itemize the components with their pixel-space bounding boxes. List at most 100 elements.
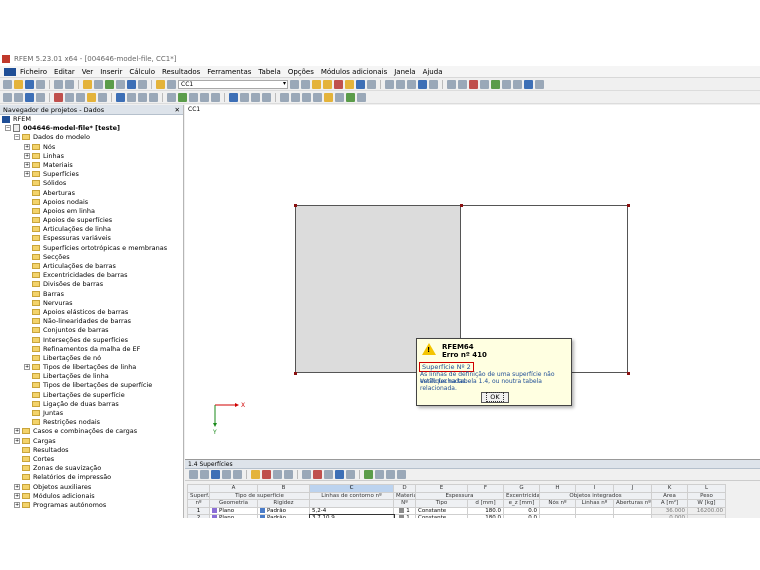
view-icon[interactable] [356,79,365,89]
tree-top-item[interactable]: Relatórios de impressão [0,473,183,482]
table-column-icon[interactable] [324,470,333,479]
cell-nos[interactable] [539,506,576,515]
next-loadcase-icon[interactable] [301,79,310,89]
table-view-icon[interactable] [397,470,406,479]
measure-icon[interactable] [447,79,456,89]
table-function-icon[interactable] [386,470,395,479]
subheader-linhas-contorno[interactable] [309,499,394,508]
menu-ajuda[interactable]: Ajuda [423,68,443,76]
cell-geometria[interactable]: Plano [209,506,258,515]
select-icon[interactable] [385,79,394,89]
tree-item[interactable]: Aberturas [0,189,183,198]
cell-rigidez[interactable]: Padrão [257,506,310,515]
tree-item[interactable]: + Superfícies [0,170,183,179]
column-letter[interactable]: H [539,484,576,493]
tree-item[interactable]: Barras [0,290,183,299]
display-icon[interactable] [127,79,136,89]
table-import-icon[interactable] [346,470,355,479]
header-material[interactable]: Material [393,491,416,500]
subheader-tipo[interactable]: Tipo [415,499,468,508]
node[interactable] [294,204,297,207]
table-nav-icon[interactable] [189,470,198,479]
expand-icon[interactable]: + [24,171,30,178]
subheader-rigidez[interactable]: Rigidez [257,499,310,508]
tree-item[interactable]: Nervuras [0,299,183,308]
tree-item[interactable]: Secções [0,253,183,262]
tree-model[interactable]: −004646-model-file* [teste] [0,124,183,133]
subheader-area-unit[interactable]: A [m²] [651,499,688,508]
subheader-geometria[interactable]: Geometria [209,499,258,508]
expand-icon[interactable]: + [14,483,20,490]
expand-icon[interactable]: + [14,501,20,508]
collapse-icon[interactable]: − [5,125,11,132]
tree-item[interactable]: Libertações de nó [0,354,183,363]
transform-icon[interactable] [280,92,289,102]
move-icon[interactable] [367,79,376,89]
expand-icon[interactable]: + [14,492,20,499]
tree-item[interactable]: Ligação de duas barras [0,400,183,409]
tree-model-data[interactable]: − Dados do modelo [0,133,183,142]
menu-resultados[interactable]: Resultados [162,68,200,76]
tree-item[interactable]: Tipos de libertações de superfície [0,381,183,390]
column-letter[interactable]: L [687,484,726,493]
table-next-icon[interactable] [211,470,220,479]
ok-button[interactable]: OK [481,392,509,403]
subheader-peso-unit[interactable]: W [kg] [687,499,726,508]
tree-item[interactable]: Sólidos [0,179,183,188]
undo-icon[interactable] [54,79,63,89]
check-icon[interactable] [105,79,114,89]
model-check-icon[interactable] [335,92,344,102]
tree-item[interactable]: Articulações de linha [0,225,183,234]
generate-icon[interactable] [324,92,333,102]
print-icon[interactable] [36,79,45,89]
column-letter[interactable]: J [613,484,652,493]
dimension-icon[interactable] [200,92,209,102]
corner-cell[interactable] [187,484,210,493]
column-letter[interactable]: D [393,484,416,493]
column-letter[interactable]: A [209,484,258,493]
info-icon[interactable] [491,79,500,89]
tree-item[interactable]: Espessuras variáveis [0,234,183,243]
tree-item[interactable]: Juntas [0,409,183,418]
tree-item[interactable]: Apoios nodais [0,198,183,207]
subheader-aberturas[interactable]: Aberturas nº [613,499,652,508]
column-letter[interactable]: C [309,484,394,493]
table-copy-icon[interactable] [222,470,231,479]
tree-top-item[interactable]: + Cargas [0,437,183,446]
table-row[interactable]: 1 Plano Padrão 5,2-4 1 Constante 180.0 0.0 36.00… [187,506,726,515]
subheader-ez[interactable]: e_z [mm] [503,499,540,508]
copy-icon[interactable] [480,79,489,89]
tree-top-item[interactable]: + Programas autónomos [0,501,183,510]
side-view-icon[interactable] [429,79,438,89]
nodal-load-icon[interactable] [127,92,136,102]
front-view-icon[interactable] [418,79,427,89]
column-letter[interactable]: G [503,484,540,493]
node[interactable] [627,372,630,375]
node[interactable] [460,204,463,207]
values-icon[interactable] [334,79,343,89]
window-icon[interactable] [156,79,165,89]
tree-top-item[interactable]: Resultados [0,446,183,455]
table-select-icon[interactable] [302,470,311,479]
new-file-icon[interactable] [3,79,12,89]
subheader-mat-no[interactable]: Nº [393,499,416,508]
tree-top-item[interactable]: Zonas de suavização [0,464,183,473]
table-settings-icon[interactable] [375,470,384,479]
solid-icon[interactable] [98,92,107,102]
tree-item[interactable]: Apoios elásticos de barras [0,308,183,317]
menu-tabela[interactable]: Tabela [258,68,280,76]
column-letter[interactable]: K [651,484,688,493]
cell-linhas[interactable]: 5,2-4 [309,506,394,515]
tree-item[interactable]: Libertações de linha [0,372,183,381]
row-number[interactable]: 1 [187,506,210,515]
render-icon[interactable] [524,79,533,89]
deformation-icon[interactable] [323,79,332,89]
guide-icon[interactable] [189,92,198,102]
tree-item[interactable]: Superfícies ortotrópicas e membranas [0,244,183,253]
iso-view-icon[interactable] [407,79,416,89]
snap-icon[interactable] [178,92,187,102]
opening-icon[interactable] [87,92,96,102]
divide-icon[interactable] [302,92,311,102]
settings-icon[interactable] [502,79,511,89]
menu-calculo[interactable]: Cálculo [129,68,155,76]
